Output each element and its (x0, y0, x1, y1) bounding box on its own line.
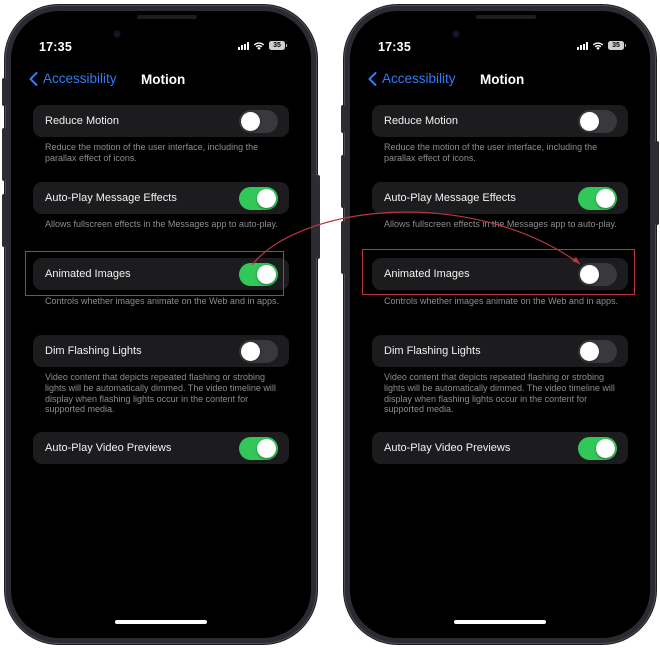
setting-label: Auto-Play Message Effects (45, 192, 177, 204)
speaker-grille (137, 15, 197, 19)
wifi-icon (592, 42, 604, 50)
chevron-left-icon (29, 71, 38, 86)
signal-icon (577, 41, 588, 50)
screen: 17:35 35 Accessibility Motion Reduce Mot… (350, 11, 650, 638)
auto-play-video-previews-toggle[interactable] (239, 436, 278, 460)
setting-label: Dim Flashing Lights (384, 345, 481, 357)
toggle-knob (257, 188, 276, 208)
toggle-knob (241, 341, 260, 361)
action-button (2, 78, 6, 106)
setting-row-auto-play-message-effects: Auto-Play Message Effects (372, 182, 628, 214)
volume-up-button (2, 128, 6, 181)
dim-flashing-lights-toggle[interactable] (239, 339, 278, 363)
volume-up-button (341, 155, 345, 208)
auto-play-message-effects-toggle[interactable] (578, 186, 617, 210)
setting-row-reduce-motion: Reduce Motion (33, 105, 289, 137)
home-indicator[interactable] (115, 620, 207, 624)
back-label: Accessibility (382, 71, 456, 86)
reduce-motion-toggle[interactable] (578, 109, 617, 133)
setting-footnote: Reduce the motion of the user interface,… (384, 142, 598, 163)
wifi-icon (253, 42, 265, 50)
setting-label: Auto-Play Message Effects (384, 192, 516, 204)
speaker-grille (476, 15, 536, 19)
setting-label: Auto-Play Video Previews (384, 442, 511, 454)
status-time: 17:35 (378, 40, 411, 54)
toggle-knob (241, 111, 260, 131)
status-time: 17:35 (39, 40, 72, 54)
setting-label: Reduce Motion (384, 115, 458, 127)
status-icons: 35 (577, 41, 626, 50)
setting-footnote: Allows fullscreen effects in the Message… (384, 219, 617, 229)
phone-after: 17:35 35 Accessibility Motion Reduce Mot… (341, 5, 659, 644)
toggle-knob (596, 438, 615, 458)
setting-row-dim-flashing-lights: Dim Flashing Lights (372, 335, 628, 367)
highlight-box-before (25, 251, 284, 296)
volume-down-button (341, 221, 345, 274)
auto-play-message-effects-toggle[interactable] (239, 186, 278, 210)
back-button[interactable]: Accessibility (368, 71, 456, 86)
signal-icon (238, 41, 249, 50)
side-button (655, 141, 659, 225)
setting-label: Dim Flashing Lights (45, 345, 142, 357)
reduce-motion-toggle[interactable] (239, 109, 278, 133)
status-icons: 35 (238, 41, 287, 50)
chevron-left-icon (368, 71, 377, 86)
back-label: Accessibility (43, 71, 117, 86)
setting-footnote: Allows fullscreen effects in the Message… (45, 219, 278, 229)
side-button (316, 175, 320, 259)
front-camera (114, 31, 120, 37)
screen: 17:35 35 Accessibility Motion Reduce Mot… (11, 11, 311, 638)
setting-footnote: Reduce the motion of the user interface,… (45, 142, 259, 163)
back-button[interactable]: Accessibility (29, 71, 117, 86)
front-camera (453, 31, 459, 37)
battery-icon: 35 (269, 41, 287, 50)
auto-play-video-previews-toggle[interactable] (578, 436, 617, 460)
setting-footnote: Video content that depicts repeated flas… (45, 372, 276, 415)
setting-label: Reduce Motion (45, 115, 119, 127)
setting-footnote: Video content that depicts repeated flas… (384, 372, 615, 415)
toggle-knob (580, 341, 599, 361)
dim-flashing-lights-toggle[interactable] (578, 339, 617, 363)
setting-row-reduce-motion: Reduce Motion (372, 105, 628, 137)
setting-row-dim-flashing-lights: Dim Flashing Lights (33, 335, 289, 367)
nav-bar: Accessibility Motion (350, 71, 650, 93)
page-title: Motion (480, 72, 525, 87)
action-button (341, 105, 345, 133)
setting-row-auto-play-message-effects: Auto-Play Message Effects (33, 182, 289, 214)
nav-bar: Accessibility Motion (11, 71, 311, 93)
highlight-box-after (362, 249, 635, 295)
phone-before: 17:35 35 Accessibility Motion Reduce Mot… (2, 5, 320, 644)
setting-label: Auto-Play Video Previews (45, 442, 172, 454)
toggle-knob (596, 188, 615, 208)
setting-footnote: Controls whether images animate on the W… (384, 296, 618, 306)
setting-footnote: Controls whether images animate on the W… (45, 296, 279, 306)
toggle-knob (257, 438, 276, 458)
home-indicator[interactable] (454, 620, 546, 624)
volume-down-button (2, 194, 6, 247)
setting-row-auto-play-video-previews: Auto-Play Video Previews (372, 432, 628, 464)
toggle-knob (580, 111, 599, 131)
setting-row-auto-play-video-previews: Auto-Play Video Previews (33, 432, 289, 464)
battery-icon: 35 (608, 41, 626, 50)
page-title: Motion (141, 72, 186, 87)
